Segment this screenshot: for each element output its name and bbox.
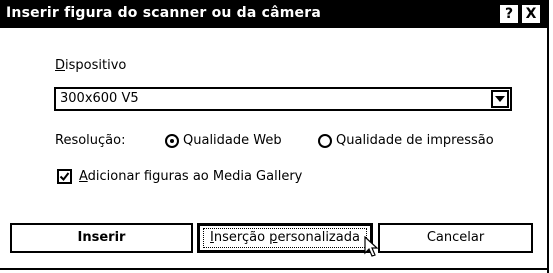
focus-ring	[203, 228, 367, 248]
insert-button[interactable]: Inserir	[10, 223, 193, 253]
radio-print-quality[interactable]	[318, 134, 332, 148]
radio-web-quality-label[interactable]: Qualidade Web	[183, 133, 282, 148]
mouse-pointer-icon	[364, 236, 378, 257]
close-button[interactable]: X	[522, 5, 540, 23]
device-select-value: 300x600 V5	[60, 91, 139, 106]
radio-selected-dot	[170, 139, 174, 143]
dialog-title: Inserir figura do scanner ou da câmera	[6, 5, 321, 21]
device-select[interactable]: 300x600 V5	[54, 87, 512, 111]
checkmark-icon	[59, 172, 70, 182]
device-label: Dispositivo	[55, 58, 127, 73]
resolution-label: Resolução:	[55, 133, 126, 148]
bottom-edge	[0, 268, 549, 270]
radio-print-quality-label[interactable]: Qualidade de impressão	[336, 133, 494, 148]
dropdown-arrow-button[interactable]	[491, 90, 509, 108]
cancel-button[interactable]: Cancelar	[378, 223, 533, 253]
insert-picture-dialog: Inserir figura do scanner ou da câmera ?…	[0, 0, 549, 273]
media-gallery-label[interactable]: Adicionar figuras ao Media Gallery	[79, 169, 302, 184]
chevron-down-icon	[495, 96, 505, 102]
custom-insert-button[interactable]: Inserção personalizada	[197, 223, 373, 253]
radio-web-quality[interactable]	[165, 134, 179, 148]
media-gallery-checkbox[interactable]	[57, 169, 72, 184]
help-button[interactable]: ?	[500, 5, 518, 23]
title-bar[interactable]: Inserir figura do scanner ou da câmera ?…	[0, 0, 547, 28]
